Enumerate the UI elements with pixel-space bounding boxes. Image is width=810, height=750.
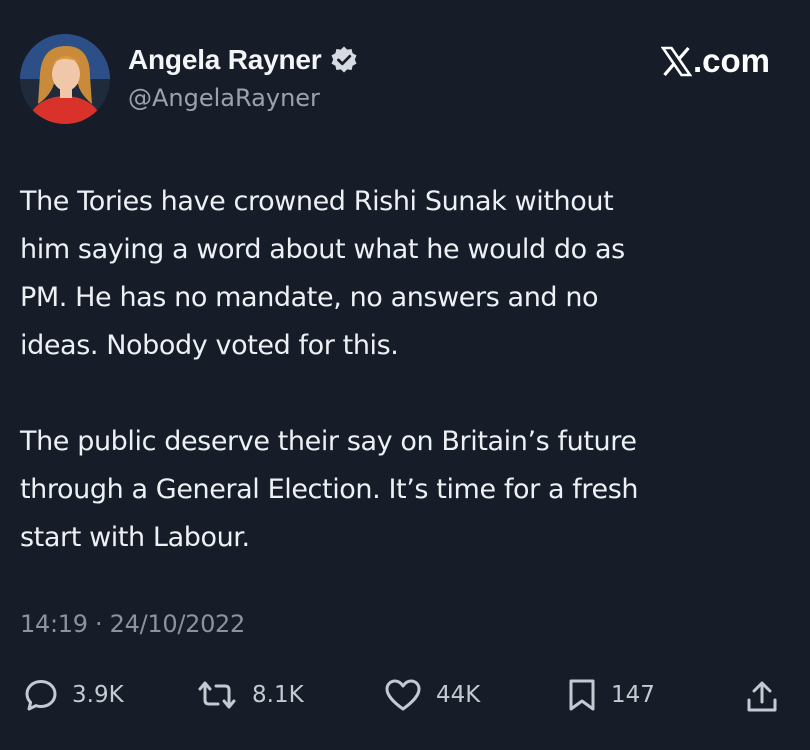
tweet-paragraph-2: The public deserve their say on Britain’… — [20, 426, 639, 553]
bookmark-count: 147 — [611, 682, 655, 708]
like-count: 44K — [436, 682, 481, 708]
author-name-row: Angela Rayner — [128, 44, 359, 76]
tweet-text: The Tories have crowned Rishi Sunak with… — [20, 178, 790, 562]
repost-count: 8.1K — [252, 682, 304, 708]
site-label: .com — [660, 42, 770, 80]
tweet-card: Angela Rayner @AngelaRayner .com The Tor… — [0, 0, 810, 750]
like-button[interactable]: 44K — [384, 678, 480, 712]
repost-button[interactable]: 8.1K — [196, 678, 304, 712]
avatar-image — [20, 34, 110, 124]
bookmark-button[interactable]: 147 — [567, 678, 655, 712]
reply-count: 3.9K — [72, 682, 124, 708]
share-button[interactable] — [745, 680, 779, 718]
reply-button[interactable]: 3.9K — [24, 678, 124, 712]
repost-icon — [198, 681, 236, 709]
bookmark-icon — [569, 679, 595, 711]
avatar[interactable] — [20, 34, 110, 124]
author-handle[interactable]: @AngelaRayner — [128, 84, 320, 112]
tweet-timestamp[interactable]: 14:19 · 24/10/2022 — [20, 610, 245, 638]
author-name[interactable]: Angela Rayner — [128, 44, 322, 76]
tweet-paragraph-1: The Tories have crowned Rishi Sunak with… — [20, 186, 625, 361]
verified-badge-icon — [331, 46, 357, 73]
share-icon — [747, 681, 777, 712]
x-logo-icon — [660, 46, 692, 76]
site-domain: .com — [692, 42, 770, 79]
reply-icon — [25, 680, 57, 711]
heart-icon — [385, 679, 421, 711]
